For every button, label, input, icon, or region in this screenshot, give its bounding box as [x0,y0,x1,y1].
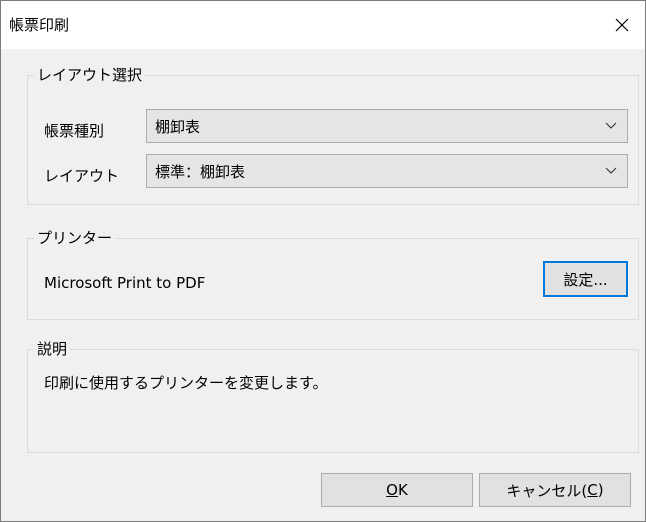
layout-label: レイアウト [44,167,120,185]
description-group: 説明 印刷に使用するプリンターを変更します。 [27,339,639,453]
form-type-value: 棚卸表 [155,118,201,136]
ok-label-rest: K [397,481,408,499]
close-button[interactable] [599,1,645,49]
cancel-button[interactable]: キャンセル(C) [479,473,631,507]
layout-selection-legend: レイアウト選択 [34,65,146,85]
printer-legend: プリンター [34,228,116,248]
chevron-down-icon [605,167,617,174]
description-text: 印刷に使用するプリンターを変更します。 [44,374,328,392]
title-bar: 帳票印刷 [1,1,645,49]
layout-select[interactable]: 標準：棚卸表 [146,154,628,188]
printer-name: Microsoft Print to PDF [44,274,206,292]
cancel-label-prefix: キャンセル( [506,481,588,500]
printer-settings-button[interactable]: 設定... [543,261,628,297]
print-dialog: 帳票印刷 レイアウト選択 帳票種別 棚卸表 レイアウト 標準：棚卸表 プリンター… [0,0,646,522]
layout-value: 標準：棚卸表 [155,163,246,181]
ok-mnemonic: O [386,481,398,499]
form-type-label: 帳票種別 [44,122,105,140]
form-type-select[interactable]: 棚卸表 [146,109,628,143]
dialog-body: レイアウト選択 帳票種別 棚卸表 レイアウト 標準：棚卸表 プリンター Micr… [1,49,645,521]
description-legend: 説明 [34,339,71,359]
ok-button[interactable]: OK [321,473,473,507]
close-icon [615,18,629,32]
window-title: 帳票印刷 [9,16,70,34]
cancel-mnemonic: C [587,481,598,499]
layout-selection-group: レイアウト選択 帳票種別 棚卸表 レイアウト 標準：棚卸表 [27,65,639,205]
chevron-down-icon [605,122,617,129]
printer-group: プリンター Microsoft Print to PDF 設定... [27,228,639,320]
cancel-label-suffix: ) [597,481,604,499]
